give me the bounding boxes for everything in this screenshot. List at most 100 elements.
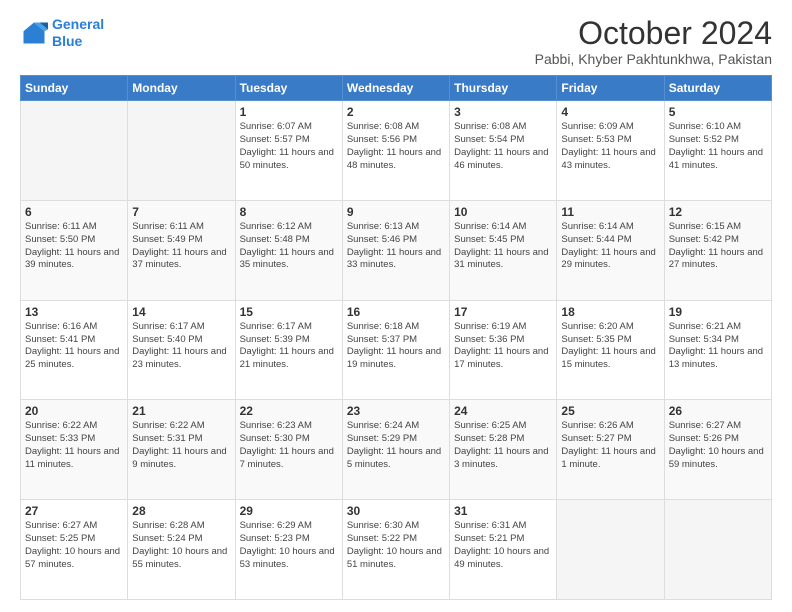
day-number: 1 — [240, 105, 338, 119]
calendar-cell: 1 Sunrise: 6:07 AM Sunset: 5:57 PM Daylig… — [235, 101, 342, 201]
cell-info: Sunrise: 6:14 AM Sunset: 5:44 PM Dayligh… — [561, 221, 659, 272]
calendar-cell: 6 Sunrise: 6:11 AM Sunset: 5:50 PM Daylig… — [21, 200, 128, 300]
calendar-week-3: 13 Sunrise: 6:16 AM Sunset: 5:41 PM Dayli… — [21, 300, 772, 400]
main-title: October 2024 — [535, 16, 772, 51]
day-number: 5 — [669, 105, 767, 119]
day-number: 16 — [347, 305, 445, 319]
calendar-cell: 13 Sunrise: 6:16 AM Sunset: 5:41 PM Dayli… — [21, 300, 128, 400]
calendar-cell: 11 Sunrise: 6:14 AM Sunset: 5:44 PM Dayli… — [557, 200, 664, 300]
calendar-cell: 23 Sunrise: 6:24 AM Sunset: 5:29 PM Dayli… — [342, 400, 449, 500]
day-number: 6 — [25, 205, 123, 219]
cell-info: Sunrise: 6:08 AM Sunset: 5:54 PM Dayligh… — [454, 121, 552, 172]
cell-info: Sunrise: 6:29 AM Sunset: 5:23 PM Dayligh… — [240, 520, 338, 571]
cell-info: Sunrise: 6:19 AM Sunset: 5:36 PM Dayligh… — [454, 321, 552, 372]
day-number: 19 — [669, 305, 767, 319]
calendar-cell: 21 Sunrise: 6:22 AM Sunset: 5:31 PM Dayli… — [128, 400, 235, 500]
cell-info: Sunrise: 6:31 AM Sunset: 5:21 PM Dayligh… — [454, 520, 552, 571]
day-number: 23 — [347, 404, 445, 418]
calendar-header-row: SundayMondayTuesdayWednesdayThursdayFrid… — [21, 76, 772, 101]
cell-info: Sunrise: 6:07 AM Sunset: 5:57 PM Dayligh… — [240, 121, 338, 172]
page: General Blue October 2024 Pabbi, Khyber … — [0, 0, 792, 612]
day-number: 7 — [132, 205, 230, 219]
cell-info: Sunrise: 6:13 AM Sunset: 5:46 PM Dayligh… — [347, 221, 445, 272]
cell-info: Sunrise: 6:21 AM Sunset: 5:34 PM Dayligh… — [669, 321, 767, 372]
col-header-saturday: Saturday — [664, 76, 771, 101]
calendar-cell: 19 Sunrise: 6:21 AM Sunset: 5:34 PM Dayli… — [664, 300, 771, 400]
day-number: 20 — [25, 404, 123, 418]
day-number: 14 — [132, 305, 230, 319]
logo-line2: Blue — [52, 33, 104, 50]
calendar-cell: 17 Sunrise: 6:19 AM Sunset: 5:36 PM Dayli… — [450, 300, 557, 400]
cell-info: Sunrise: 6:16 AM Sunset: 5:41 PM Dayligh… — [25, 321, 123, 372]
calendar-cell: 28 Sunrise: 6:28 AM Sunset: 5:24 PM Dayli… — [128, 500, 235, 600]
day-number: 3 — [454, 105, 552, 119]
cell-info: Sunrise: 6:11 AM Sunset: 5:50 PM Dayligh… — [25, 221, 123, 272]
cell-info: Sunrise: 6:17 AM Sunset: 5:40 PM Dayligh… — [132, 321, 230, 372]
day-number: 21 — [132, 404, 230, 418]
calendar-cell: 12 Sunrise: 6:15 AM Sunset: 5:42 PM Dayli… — [664, 200, 771, 300]
day-number: 10 — [454, 205, 552, 219]
calendar-cell: 16 Sunrise: 6:18 AM Sunset: 5:37 PM Dayli… — [342, 300, 449, 400]
day-number: 15 — [240, 305, 338, 319]
header: General Blue October 2024 Pabbi, Khyber … — [20, 16, 772, 67]
cell-info: Sunrise: 6:22 AM Sunset: 5:31 PM Dayligh… — [132, 420, 230, 471]
col-header-friday: Friday — [557, 76, 664, 101]
logo-line1: General — [52, 16, 104, 33]
day-number: 9 — [347, 205, 445, 219]
col-header-sunday: Sunday — [21, 76, 128, 101]
calendar-table: SundayMondayTuesdayWednesdayThursdayFrid… — [20, 75, 772, 600]
cell-info: Sunrise: 6:28 AM Sunset: 5:24 PM Dayligh… — [132, 520, 230, 571]
subtitle: Pabbi, Khyber Pakhtunkhwa, Pakistan — [535, 51, 772, 67]
cell-info: Sunrise: 6:27 AM Sunset: 5:25 PM Dayligh… — [25, 520, 123, 571]
calendar-cell — [21, 101, 128, 201]
calendar-cell: 7 Sunrise: 6:11 AM Sunset: 5:49 PM Daylig… — [128, 200, 235, 300]
calendar-cell: 15 Sunrise: 6:17 AM Sunset: 5:39 PM Dayli… — [235, 300, 342, 400]
calendar-cell: 4Sunrise: 6:09 AM Sunset: 5:53 PM Daylig… — [557, 101, 664, 201]
cell-info: Sunrise: 6:11 AM Sunset: 5:49 PM Dayligh… — [132, 221, 230, 272]
day-number: 12 — [669, 205, 767, 219]
day-number: 13 — [25, 305, 123, 319]
calendar-cell — [664, 500, 771, 600]
logo-text: General Blue — [52, 16, 104, 50]
day-number: 27 — [25, 504, 123, 518]
cell-info: Sunrise: 6:08 AM Sunset: 5:56 PM Dayligh… — [347, 121, 445, 172]
calendar-cell — [128, 101, 235, 201]
calendar-cell: 25Sunrise: 6:26 AM Sunset: 5:27 PM Dayli… — [557, 400, 664, 500]
calendar-cell: 20 Sunrise: 6:22 AM Sunset: 5:33 PM Dayli… — [21, 400, 128, 500]
cell-info: Sunrise: 6:25 AM Sunset: 5:28 PM Dayligh… — [454, 420, 552, 471]
calendar-cell: 10 Sunrise: 6:14 AM Sunset: 5:45 PM Dayli… — [450, 200, 557, 300]
day-number: 30 — [347, 504, 445, 518]
calendar-cell: 22 Sunrise: 6:23 AM Sunset: 5:30 PM Dayli… — [235, 400, 342, 500]
day-number: 8 — [240, 205, 338, 219]
day-number: 22 — [240, 404, 338, 418]
col-header-wednesday: Wednesday — [342, 76, 449, 101]
calendar-cell: 26 Sunrise: 6:27 AM Sunset: 5:26 PM Dayli… — [664, 400, 771, 500]
day-number: 4 — [561, 105, 659, 119]
day-number: 28 — [132, 504, 230, 518]
calendar-cell: 18Sunrise: 6:20 AM Sunset: 5:35 PM Dayli… — [557, 300, 664, 400]
day-number: 2 — [347, 105, 445, 119]
cell-info: Sunrise: 6:23 AM Sunset: 5:30 PM Dayligh… — [240, 420, 338, 471]
cell-info: Sunrise: 6:12 AM Sunset: 5:48 PM Dayligh… — [240, 221, 338, 272]
cell-info: Sunrise: 6:20 AM Sunset: 5:35 PM Dayligh… — [561, 321, 659, 372]
calendar-cell: 29Sunrise: 6:29 AM Sunset: 5:23 PM Dayli… — [235, 500, 342, 600]
cell-info: Sunrise: 6:17 AM Sunset: 5:39 PM Dayligh… — [240, 321, 338, 372]
cell-info: Sunrise: 6:24 AM Sunset: 5:29 PM Dayligh… — [347, 420, 445, 471]
day-number: 17 — [454, 305, 552, 319]
calendar-cell: 5Sunrise: 6:10 AM Sunset: 5:52 PM Daylig… — [664, 101, 771, 201]
calendar-cell: 9 Sunrise: 6:13 AM Sunset: 5:46 PM Daylig… — [342, 200, 449, 300]
calendar-cell: 27 Sunrise: 6:27 AM Sunset: 5:25 PM Dayli… — [21, 500, 128, 600]
col-header-tuesday: Tuesday — [235, 76, 342, 101]
logo-icon — [20, 19, 48, 47]
title-block: October 2024 Pabbi, Khyber Pakhtunkhwa, … — [535, 16, 772, 67]
day-number: 26 — [669, 404, 767, 418]
cell-info: Sunrise: 6:14 AM Sunset: 5:45 PM Dayligh… — [454, 221, 552, 272]
cell-info: Sunrise: 6:27 AM Sunset: 5:26 PM Dayligh… — [669, 420, 767, 471]
calendar-week-5: 27 Sunrise: 6:27 AM Sunset: 5:25 PM Dayli… — [21, 500, 772, 600]
day-number: 11 — [561, 205, 659, 219]
calendar-cell: 24Sunrise: 6:25 AM Sunset: 5:28 PM Dayli… — [450, 400, 557, 500]
cell-info: Sunrise: 6:18 AM Sunset: 5:37 PM Dayligh… — [347, 321, 445, 372]
calendar-cell — [557, 500, 664, 600]
cell-info: Sunrise: 6:22 AM Sunset: 5:33 PM Dayligh… — [25, 420, 123, 471]
cell-info: Sunrise: 6:15 AM Sunset: 5:42 PM Dayligh… — [669, 221, 767, 272]
